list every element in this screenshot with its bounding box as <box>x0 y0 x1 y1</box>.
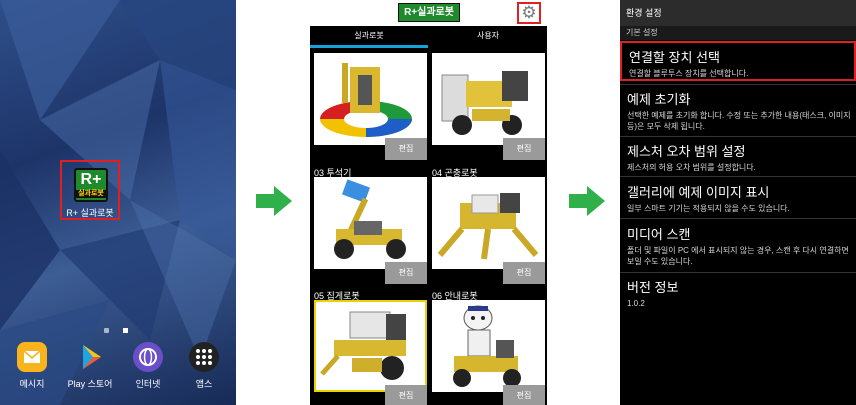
setting-media-scan[interactable]: 미디어 스캔 폴더 및 파일이 PC 에서 표시되지 않는 경우, 스캔 후 다… <box>620 218 856 272</box>
apps-grid-icon <box>189 342 219 372</box>
page-dot <box>123 328 128 333</box>
settings-screen: 환경 설정 기본 설정 연결할 장치 선택 연결할 블루투스 장치를 선택합니다… <box>620 0 856 405</box>
dock-item-apps[interactable]: 앱스 <box>178 342 230 390</box>
gallery-screen: R+실과로봇 ⚙ 실과로봇 사용자 편집 편집 03 투석기 편집 04 곤충로… <box>310 0 547 405</box>
setting-show-gallery-images[interactable]: 갤러리에 예제 이미지 표시 일부 스마트 기기는 적용되지 않을 수도 있습니… <box>620 176 856 218</box>
internet-icon <box>133 342 163 372</box>
setting-gesture-range[interactable]: 제스처 오차 범위 설정 제스처의 허용 오차 범위를 설정합니다. <box>620 136 856 176</box>
setting-select-device[interactable]: 연결할 장치 선택 연결할 블루투스 장치를 선택합니다. <box>620 41 856 81</box>
home-screen: R+ 실과로봇 R+ 실과로봇 메시지 Play 스토어 인터넷 앱스 <box>0 0 236 405</box>
robot-insect-image <box>432 177 545 269</box>
arrow-right-icon <box>569 186 605 216</box>
settings-section-title: 기본 설정 <box>620 26 856 40</box>
edit-button[interactable]: 편집 <box>503 262 545 284</box>
edit-button[interactable]: 편집 <box>503 385 545 405</box>
robot-forklift-image <box>432 53 545 145</box>
settings-header: 환경 설정 <box>620 0 856 26</box>
edit-button[interactable]: 편집 <box>385 262 427 284</box>
page-dot <box>104 328 109 333</box>
message-icon <box>17 342 47 372</box>
setting-reset-examples[interactable]: 예제 초기화 선택한 예제를 초기화 합니다. 수정 또는 추가한 내용(태스크… <box>620 84 856 136</box>
r-plus-logo-icon: R+ 실과로봇 <box>74 168 108 202</box>
gallery-header: R+실과로봇 ⚙ <box>310 0 547 26</box>
edit-button[interactable]: 편집 <box>503 138 545 160</box>
example-card[interactable]: 03 투석기 편집 <box>314 166 427 284</box>
edit-button[interactable]: 편집 <box>385 385 427 405</box>
arrow-right-icon <box>256 186 292 216</box>
example-card[interactable]: 편집 <box>432 42 545 160</box>
gear-icon[interactable]: ⚙ <box>517 2 541 24</box>
dock-item-messages[interactable]: 메시지 <box>6 342 58 390</box>
robot-turntable-image <box>314 53 427 145</box>
app-icon-r-plus[interactable]: R+ 실과로봇 R+ 실과로봇 <box>60 160 120 220</box>
example-card[interactable]: 04 곤충로봇 편집 <box>432 166 545 284</box>
app-label: R+ 실과로봇 <box>66 208 114 218</box>
page-indicator <box>104 318 142 337</box>
setting-version-info[interactable]: 버전 정보 1.0.2 <box>620 272 856 316</box>
dock-item-play-store[interactable]: Play 스토어 <box>64 342 116 390</box>
robot-guide-image <box>432 300 545 392</box>
robot-catapult-image <box>314 177 427 269</box>
robot-gripper-image <box>314 300 427 392</box>
example-card[interactable]: 06 안내로봇 편집 <box>432 289 545 405</box>
dock: 메시지 Play 스토어 인터넷 앱스 <box>0 342 236 402</box>
app-logo: R+실과로봇 <box>398 3 460 22</box>
dock-item-internet[interactable]: 인터넷 <box>122 342 174 390</box>
example-card[interactable]: 편집 <box>314 42 427 160</box>
example-card-selected[interactable]: 05 집게로봇 편집 <box>314 289 427 405</box>
play-store-icon <box>75 342 105 372</box>
edit-button[interactable]: 편집 <box>385 138 427 160</box>
